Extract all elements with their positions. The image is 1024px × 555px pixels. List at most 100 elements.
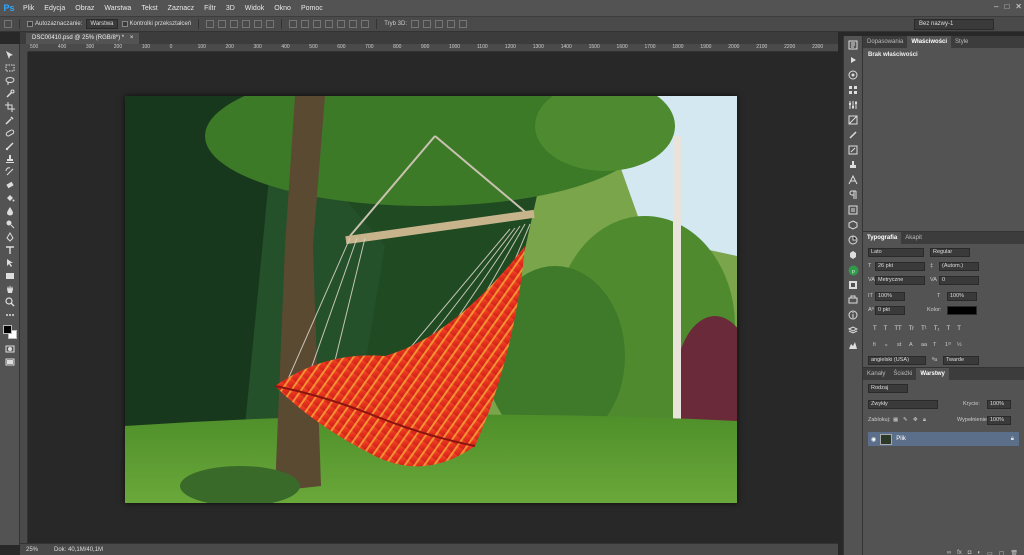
eraser-tool[interactable] bbox=[3, 178, 17, 191]
notes-icon[interactable] bbox=[848, 205, 859, 215]
tab-character[interactable]: Typografia bbox=[863, 232, 902, 244]
blend-mode-select[interactable]: Zwykły bbox=[868, 400, 938, 409]
opentype-stylistic-icon[interactable]: st bbox=[897, 342, 901, 348]
tab-layers[interactable]: Warstwy bbox=[916, 368, 949, 380]
link-layers-icon[interactable]: ∞ bbox=[947, 550, 951, 555]
clone-source-icon[interactable] bbox=[848, 160, 859, 170]
small-caps-button[interactable]: Tr bbox=[909, 326, 914, 332]
strikethrough-button[interactable]: T bbox=[957, 326, 961, 332]
opentype-fractions-icon[interactable]: ½ bbox=[957, 342, 962, 348]
document-tab-close-icon[interactable]: × bbox=[130, 35, 134, 41]
font-size-field[interactable]: 26 pkt bbox=[875, 262, 925, 271]
visibility-eye-icon[interactable]: ◉ bbox=[871, 436, 876, 443]
clone-stamp-tool[interactable] bbox=[3, 152, 17, 165]
brush-tool[interactable] bbox=[3, 139, 17, 152]
quick-selection-tool[interactable] bbox=[3, 87, 17, 100]
lock-all-icon[interactable]: 🔒︎ bbox=[923, 417, 926, 424]
timeline-icon[interactable] bbox=[848, 250, 859, 260]
delete-layer-icon[interactable]: 🗑 bbox=[1010, 550, 1018, 555]
shape-tool[interactable] bbox=[3, 269, 17, 282]
tracking-field[interactable]: 0 bbox=[939, 276, 979, 285]
color-icon[interactable] bbox=[848, 70, 859, 80]
maximize-button[interactable]: □ bbox=[1004, 2, 1009, 11]
document-size[interactable]: Dok: 40,1M/40,1M bbox=[54, 547, 103, 553]
histogram-icon[interactable] bbox=[848, 340, 859, 350]
type-tool[interactable] bbox=[3, 243, 17, 256]
align-middle-icon[interactable] bbox=[218, 20, 227, 28]
underline-button[interactable]: T bbox=[947, 326, 951, 332]
tab-properties[interactable]: Właściwości bbox=[907, 36, 952, 48]
menu-filter[interactable]: Filtr bbox=[199, 5, 221, 12]
subscript-button[interactable]: T₁ bbox=[934, 326, 940, 332]
gradient-tool[interactable] bbox=[3, 191, 17, 204]
brush-presets-icon[interactable] bbox=[848, 130, 859, 140]
layer-style-icon[interactable]: fx bbox=[957, 550, 962, 555]
auto-align-icon[interactable] bbox=[361, 20, 370, 28]
measurement-icon[interactable] bbox=[848, 235, 859, 245]
tool-presets-icon[interactable] bbox=[848, 295, 859, 305]
new-group-icon[interactable]: ▭ bbox=[987, 550, 993, 555]
opentype-titling-icon[interactable]: T bbox=[933, 342, 936, 348]
foreground-color-swatch[interactable] bbox=[2, 325, 12, 334]
blur-tool[interactable] bbox=[3, 204, 17, 217]
character-styles-icon[interactable] bbox=[848, 175, 859, 185]
align-left-icon[interactable] bbox=[242, 20, 251, 28]
menu-edit[interactable]: Edycja bbox=[39, 5, 70, 12]
tab-paths[interactable]: Ścieżki bbox=[889, 368, 916, 380]
distribute-bottom-icon[interactable] bbox=[313, 20, 322, 28]
layer-comps-icon[interactable] bbox=[848, 325, 859, 335]
extra-tools[interactable] bbox=[3, 308, 17, 321]
healing-brush-tool[interactable] bbox=[3, 126, 17, 139]
lasso-tool[interactable] bbox=[3, 74, 17, 87]
align-top-icon[interactable] bbox=[206, 20, 215, 28]
distribute-top-icon[interactable] bbox=[289, 20, 298, 28]
superscript-button[interactable]: T¹ bbox=[921, 326, 927, 332]
close-button[interactable]: ✕ bbox=[1015, 2, 1022, 11]
all-caps-button[interactable]: TT bbox=[894, 326, 901, 332]
add-mask-icon[interactable]: ◘ bbox=[968, 550, 972, 555]
opacity-field[interactable]: 100% bbox=[987, 400, 1011, 409]
minimize-button[interactable]: – bbox=[994, 2, 998, 11]
info-icon[interactable] bbox=[848, 310, 859, 320]
lock-position-icon[interactable]: ✥ bbox=[913, 417, 918, 423]
canvas-area[interactable] bbox=[28, 52, 838, 543]
path-selection-tool[interactable] bbox=[3, 256, 17, 269]
history-icon[interactable] bbox=[848, 40, 859, 50]
distribute-left-icon[interactable] bbox=[325, 20, 334, 28]
auto-select-dropdown[interactable]: Warstwa bbox=[86, 19, 118, 29]
horizontal-scale-field[interactable]: 100% bbox=[947, 292, 977, 301]
eyedropper-tool[interactable] bbox=[3, 113, 17, 126]
adjustment-layer-icon[interactable]: ◐ bbox=[977, 550, 981, 555]
opentype-swash-icon[interactable]: ℴ bbox=[885, 342, 888, 348]
tab-channels[interactable]: Kanały bbox=[863, 368, 889, 380]
menu-view[interactable]: Widok bbox=[240, 5, 269, 12]
new-layer-icon[interactable]: ▢ bbox=[999, 550, 1005, 555]
dodge-tool[interactable] bbox=[3, 217, 17, 230]
align-bottom-icon[interactable] bbox=[230, 20, 239, 28]
font-family-select[interactable]: Lato bbox=[868, 248, 924, 257]
opentype-fi-icon[interactable]: fi bbox=[873, 342, 876, 348]
menu-image[interactable]: Obraz bbox=[70, 5, 99, 12]
menu-file[interactable]: Plik bbox=[18, 5, 39, 12]
tab-paragraph[interactable]: Akapit bbox=[901, 232, 926, 244]
menu-window[interactable]: Okno bbox=[269, 5, 296, 12]
history-brush-tool[interactable] bbox=[3, 165, 17, 178]
menu-layer[interactable]: Warstwa bbox=[99, 5, 136, 12]
menu-select[interactable]: Zaznacz bbox=[163, 5, 199, 12]
zoom-level[interactable]: 25% bbox=[26, 547, 38, 553]
opentype-ordinal-icon[interactable]: aa bbox=[921, 342, 927, 348]
fill-field[interactable]: 100% bbox=[987, 416, 1011, 425]
lock-pixels-icon[interactable]: ✎ bbox=[903, 417, 908, 423]
distribute-right-icon[interactable] bbox=[349, 20, 358, 28]
opentype-a-icon[interactable]: A bbox=[909, 342, 913, 348]
menu-type[interactable]: Tekst bbox=[136, 5, 162, 12]
auto-select-checkbox[interactable]: Autozaznaczanie: bbox=[27, 21, 82, 27]
paragraph-styles-icon[interactable] bbox=[848, 190, 859, 200]
font-style-select[interactable]: Regular bbox=[930, 248, 970, 257]
menu-3d[interactable]: 3D bbox=[221, 5, 240, 12]
antialias-select[interactable]: Twarde bbox=[943, 356, 979, 365]
pen-tool[interactable] bbox=[3, 230, 17, 243]
screen-mode-toggle[interactable] bbox=[3, 355, 17, 368]
actions-icon[interactable] bbox=[848, 55, 859, 65]
align-center-icon[interactable] bbox=[254, 20, 263, 28]
